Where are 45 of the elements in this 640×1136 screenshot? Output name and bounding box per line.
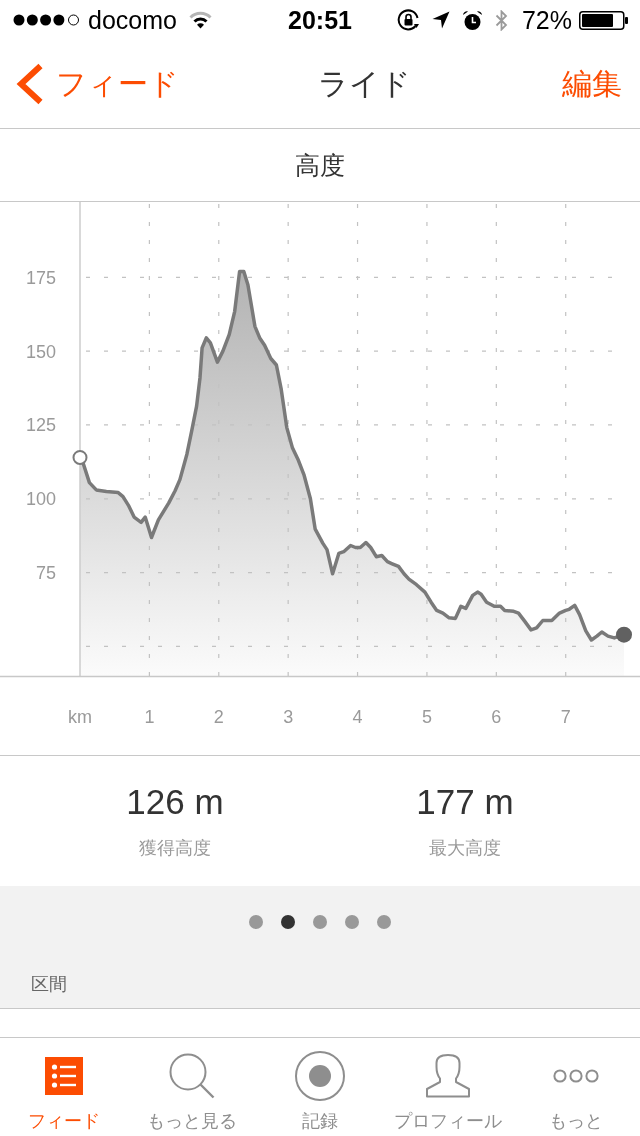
x-axis-label: 7: [560, 707, 571, 727]
x-axis-label: 6: [491, 707, 502, 727]
start-marker-icon: [72, 449, 88, 465]
person-icon: [425, 1054, 471, 1098]
location-arrow-icon: [431, 11, 450, 29]
more-dots-icon: [553, 1069, 599, 1083]
bluetooth-icon: [494, 9, 508, 31]
y-axis-label: 125: [25, 415, 56, 436]
battery-percentage: 72%: [521, 5, 572, 35]
rotation-lock-icon: [396, 9, 420, 31]
clock-time: 20:51: [288, 5, 352, 35]
x-axis-label: 1: [144, 707, 155, 727]
y-axis-label: 100: [25, 489, 56, 510]
stat-label: 獲得高度: [139, 837, 211, 860]
tab-bar-item[interactable]: プロフィール: [384, 1038, 512, 1136]
battery-icon: [579, 10, 628, 30]
stat-value: 177 m: [416, 782, 514, 822]
end-marker-icon: [616, 626, 632, 643]
tab-bar-item[interactable]: もっと: [512, 1038, 640, 1136]
tab-bar-item[interactable]: フィード: [0, 1038, 128, 1136]
section-title: 高度: [295, 150, 345, 180]
x-axis-label: 2: [213, 707, 224, 727]
screen-title: ライド: [318, 66, 411, 102]
wifi-icon: [188, 11, 212, 29]
segments-header: 区間: [31, 973, 67, 996]
y-axis-label: 150: [25, 341, 56, 362]
back-button[interactable]: フィード: [0, 54, 183, 114]
x-axis-label: 4: [352, 707, 363, 727]
carrier-name: docomo: [88, 5, 177, 35]
x-axis-label: 3: [283, 707, 294, 727]
record-icon: [295, 1051, 345, 1101]
y-axis-label: 75: [35, 563, 56, 584]
edit-button[interactable]: 編集: [546, 54, 640, 114]
tab-bar-item[interactable]: もっと見る: [128, 1038, 256, 1136]
stat-label: 最大高度: [429, 837, 501, 860]
chevron-left-icon: [16, 63, 44, 105]
search-icon: [169, 1053, 215, 1099]
y-axis-label: 175: [25, 267, 56, 288]
list-icon: [45, 1057, 83, 1095]
x-axis-label: km: [68, 707, 92, 727]
alarm-clock-icon: [461, 9, 483, 31]
signal-strength-icon: [13, 14, 80, 26]
stat-value: 126 m: [126, 782, 224, 822]
tab-bar-item[interactable]: 記録: [256, 1038, 384, 1136]
x-axis-label: 5: [421, 707, 432, 727]
